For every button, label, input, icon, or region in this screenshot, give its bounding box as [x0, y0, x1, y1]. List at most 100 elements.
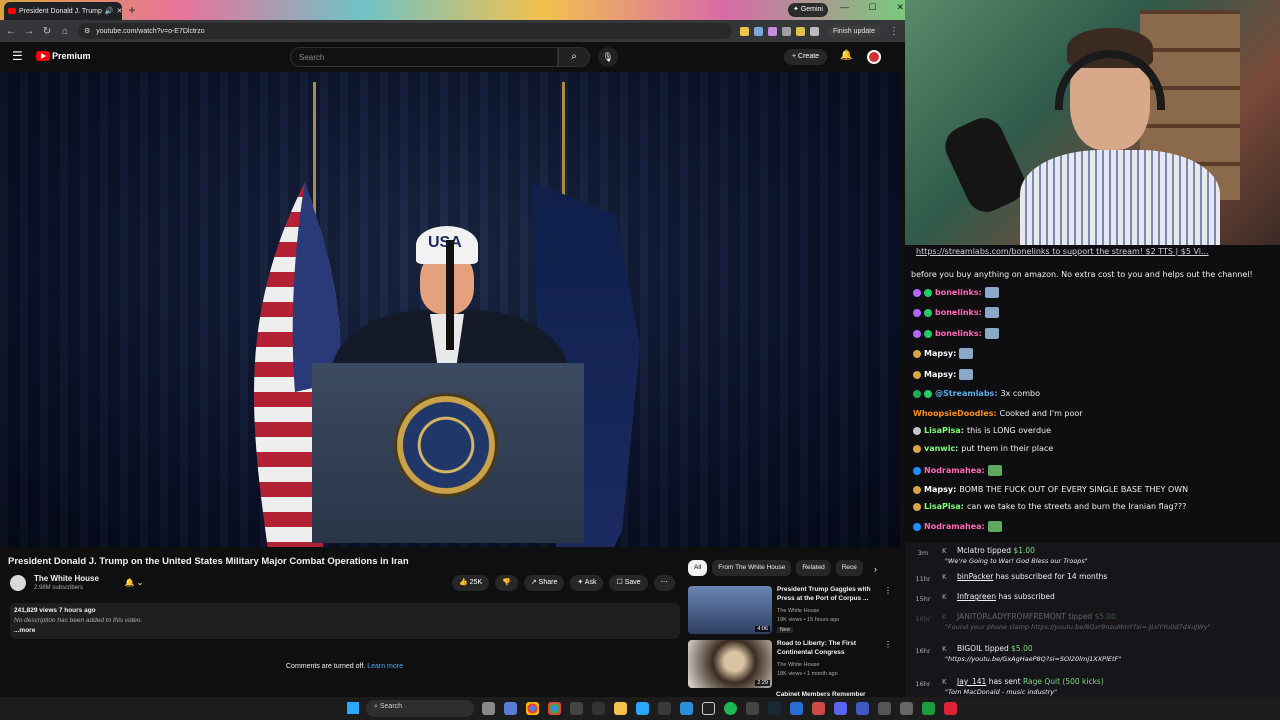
discord-icon[interactable] — [834, 702, 847, 715]
app-icon[interactable] — [812, 702, 825, 715]
app-icon[interactable] — [900, 702, 913, 715]
activity-row[interactable]: 16hr K BIGOIL tipped $5.00 "https://youtu.b… — [905, 641, 1280, 667]
share-button[interactable]: ↗ Share — [523, 575, 565, 591]
activity-row[interactable]: 3m K Mclatro tipped $1.00 "We're Going to W… — [905, 543, 1280, 569]
folder-icon[interactable] — [614, 702, 627, 715]
chat-username[interactable]: Nodramahea: — [924, 522, 985, 531]
telegram-icon[interactable] — [636, 702, 649, 715]
taskbar-search[interactable]: ⌕ Search — [366, 700, 474, 717]
app-icon[interactable] — [504, 702, 517, 715]
dislike-button[interactable]: 👎 — [495, 575, 518, 591]
site-info-icon[interactable]: ⚙ — [84, 27, 90, 35]
back-icon[interactable]: ← — [6, 26, 16, 37]
chip-recent[interactable]: Rece — [835, 560, 863, 576]
gemini-button[interactable]: ✦ Gemini — [788, 3, 828, 17]
chat-username[interactable]: Mapsy: — [924, 370, 956, 379]
app-icon[interactable] — [856, 702, 869, 715]
related-channel[interactable]: The White House — [777, 608, 820, 614]
learn-more-link[interactable]: Learn more — [367, 663, 403, 670]
spotify-icon[interactable] — [724, 702, 737, 715]
related-title[interactable]: President Trump Gaggles with Press at th… — [777, 586, 883, 603]
video-player[interactable]: USA — [0, 72, 900, 547]
chat-username[interactable]: LisaPisa: — [924, 426, 964, 435]
account-avatar[interactable] — [867, 50, 881, 64]
notifications-bell-icon[interactable]: 🔔 — [840, 50, 852, 61]
extension-icon[interactable] — [781, 26, 791, 36]
chat-username[interactable]: bonelinks: — [935, 288, 982, 297]
extension-icon[interactable] — [795, 26, 805, 36]
extension-icon[interactable] — [767, 26, 777, 36]
app-icon[interactable] — [592, 702, 605, 715]
more-link[interactable]: ...more — [14, 626, 676, 636]
finish-update-button[interactable]: Finish update — [826, 25, 881, 37]
chat-username[interactable]: @Streamlabs: — [935, 389, 998, 398]
save-button[interactable]: ☐ Save — [609, 575, 648, 591]
more-vert-icon[interactable]: ⋮ — [884, 586, 892, 595]
video-thumbnail[interactable]: 2:29 — [688, 640, 772, 688]
chip-from-channel[interactable]: From The White House — [712, 560, 792, 576]
voice-search-button[interactable]: 🎙 — [598, 47, 618, 67]
home-icon[interactable]: ⌂ — [60, 26, 70, 37]
like-button[interactable]: 👍 25K — [452, 575, 490, 591]
chat-username[interactable]: Mapsy: — [924, 485, 956, 494]
chat-username[interactable]: vanwic: — [924, 444, 958, 453]
youtube-logo-icon[interactable] — [36, 51, 50, 61]
search-button[interactable]: ⌕ — [558, 47, 590, 67]
more-actions-icon[interactable]: ⋯ — [653, 575, 675, 591]
extension-icon[interactable] — [739, 26, 749, 36]
forward-icon[interactable]: → — [24, 26, 34, 37]
related-channel[interactable]: The White House — [777, 662, 820, 668]
app-icon[interactable] — [922, 702, 935, 715]
reload-icon[interactable]: ↻ — [42, 26, 52, 37]
minimize-button[interactable]: — — [840, 2, 849, 18]
audio-icon[interactable]: 🔊 — [105, 7, 114, 15]
chip-all[interactable]: All — [688, 560, 708, 576]
chrome-icon[interactable] — [526, 702, 539, 715]
app-icon[interactable] — [570, 702, 583, 715]
extension-icon[interactable] — [809, 26, 819, 36]
chip-related[interactable]: Related — [796, 560, 831, 576]
menu-kebab-icon[interactable]: ⋮ — [889, 26, 899, 37]
windows-start-icon[interactable] — [347, 702, 359, 714]
steam-icon[interactable] — [768, 702, 781, 715]
youtube-brand[interactable]: Premium — [52, 51, 91, 61]
chat-username[interactable]: bonelinks: — [935, 329, 982, 338]
close-window-button[interactable]: ✕ — [896, 2, 904, 18]
pinned-message[interactable]: https://streamlabs.com/bonelinks to supp… — [916, 247, 1209, 256]
chrome-icon[interactable] — [548, 702, 561, 715]
related-video[interactable]: 4:06 President Trump Gaggles with Press … — [688, 586, 898, 636]
browser-tab[interactable]: President Donald J. Trump 🔊 ✕ — [4, 2, 122, 20]
chat-username[interactable]: WhoopsieDoodles: — [913, 409, 997, 418]
new-tab-button[interactable]: + — [126, 4, 138, 16]
chat-username[interactable]: Mapsy: — [924, 349, 956, 358]
app-icon[interactable] — [944, 702, 957, 715]
app-icon[interactable] — [790, 702, 803, 715]
obs-icon[interactable] — [702, 702, 715, 715]
chat-username[interactable]: bonelinks: — [935, 308, 982, 317]
app-icon[interactable] — [746, 702, 759, 715]
video-thumbnail[interactable]: 4:06 — [688, 586, 772, 634]
subscription-bell-button[interactable]: 🔔 ⌄ — [116, 575, 152, 591]
channel-name[interactable]: The White House — [34, 574, 99, 583]
address-bar[interactable]: ⚙ youtube.com/watch?v=o-E7Dlctrzo — [78, 23, 732, 39]
related-title[interactable]: Road to Liberty: The First Continental C… — [777, 640, 883, 657]
app-icon[interactable] — [658, 702, 671, 715]
activity-row[interactable]: 16hr K JANITORLADYFROMFREMONT tipped $5.00… — [905, 609, 1280, 635]
hamburger-menu-icon[interactable]: ☰ — [12, 50, 24, 62]
app-icon[interactable] — [878, 702, 891, 715]
chevron-right-icon[interactable]: › — [874, 564, 877, 574]
extension-icon[interactable] — [753, 26, 763, 36]
description-box[interactable]: 241,829 views 7 hours ago No description… — [10, 603, 680, 639]
search-input[interactable]: Search — [290, 47, 558, 67]
ask-button[interactable]: ✦ Ask — [570, 575, 604, 591]
close-tab-icon[interactable]: ✕ — [117, 7, 122, 15]
channel-avatar[interactable] — [10, 575, 26, 591]
related-video[interactable]: 2:29 Road to Liberty: The First Continen… — [688, 640, 898, 690]
more-vert-icon[interactable]: ⋮ — [884, 640, 892, 649]
file-explorer-icon[interactable] — [482, 702, 495, 715]
create-button[interactable]: + Create — [784, 49, 828, 65]
edge-icon[interactable] — [680, 702, 693, 715]
chat-username[interactable]: LisaPisa: — [924, 502, 964, 511]
maximize-button[interactable]: ☐ — [869, 2, 877, 18]
chat-username[interactable]: Nodramahea: — [924, 466, 985, 475]
